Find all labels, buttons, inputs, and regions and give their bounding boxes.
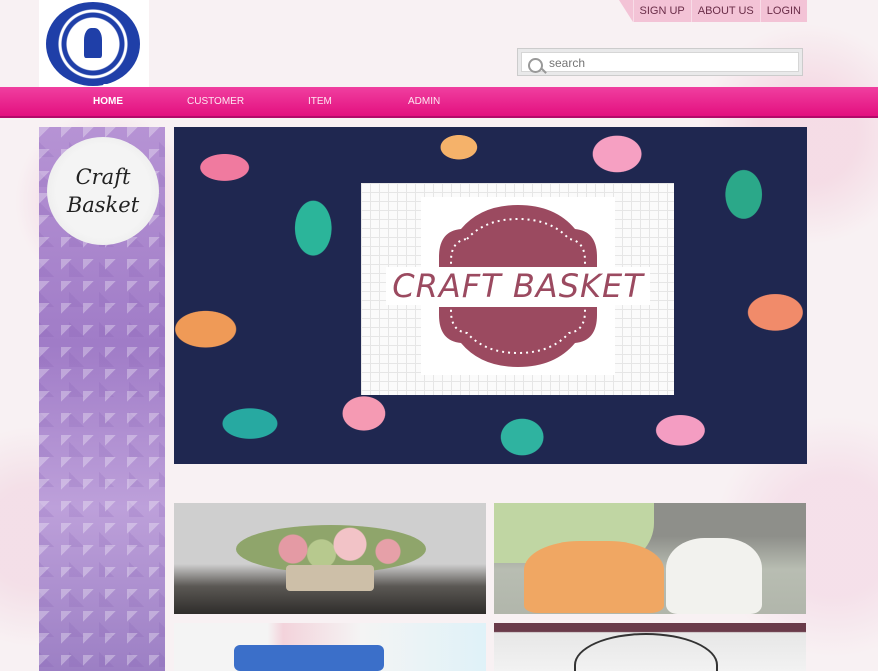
sidebar: Craft Basket	[39, 127, 165, 671]
main-nav: HOME CUSTOMER ITEM ADMIN	[0, 87, 878, 118]
nav-customer[interactable]: CUSTOMER	[187, 96, 244, 107]
search-box	[517, 48, 803, 76]
college-seal-icon	[46, 2, 140, 86]
badge-line-1: Craft	[75, 165, 131, 189]
nav-home[interactable]: HOME	[93, 96, 123, 107]
craft-basket-badge: Craft Basket	[47, 137, 159, 245]
search-icon[interactable]	[528, 58, 543, 73]
signup-link[interactable]: SIGN UP	[632, 0, 691, 22]
top-links: SIGN UP ABOUT US LOGIN	[619, 0, 807, 22]
badge-line-2: Basket	[66, 193, 140, 217]
banner-title: CRAFT BASKET	[386, 267, 650, 305]
banner-label: CRAFT BASKET	[386, 197, 650, 375]
thumbnail-animal-pillows[interactable]	[494, 503, 806, 614]
banner-card: CRAFT BASKET	[361, 183, 674, 395]
thumbnail-sketch[interactable]	[494, 623, 806, 671]
search-input[interactable]	[549, 56, 789, 70]
thumbnail-flower-basket[interactable]	[174, 503, 486, 614]
nav-admin[interactable]: ADMIN	[408, 96, 440, 107]
college-logo[interactable]	[39, 0, 149, 90]
hero-banner: CRAFT BASKET	[174, 127, 807, 464]
thumbnail-paper-bus[interactable]	[174, 623, 486, 671]
nav-item[interactable]: ITEM	[308, 96, 332, 107]
login-link[interactable]: LOGIN	[759, 0, 807, 22]
about-us-link[interactable]: ABOUT US	[690, 0, 760, 22]
